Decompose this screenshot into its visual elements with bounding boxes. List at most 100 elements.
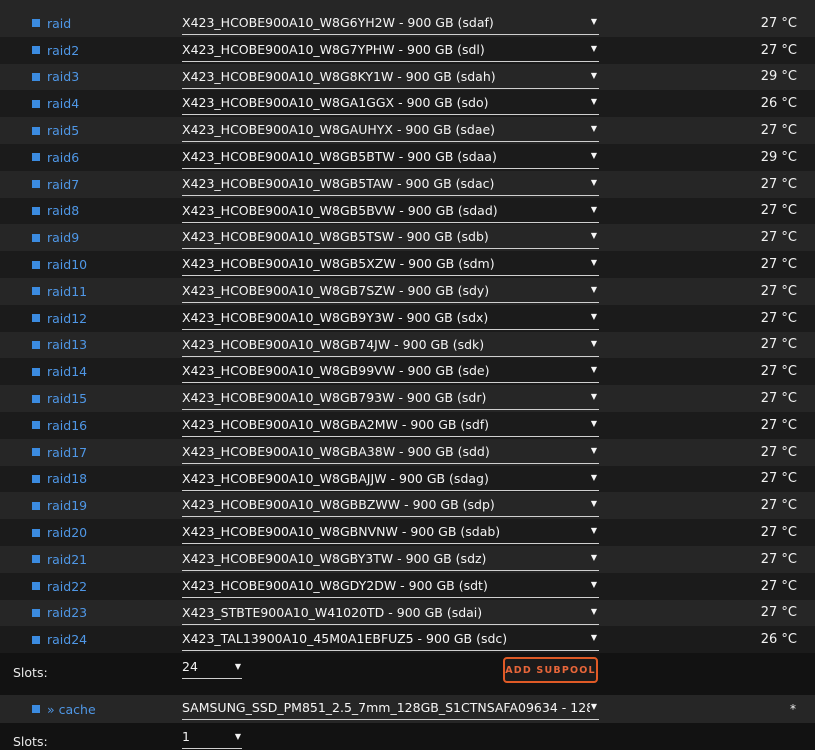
disk-select[interactable]: X423_HCOBE900A10_W8G7YPHW - 900 GB (sdl)…	[182, 38, 599, 62]
device-square-icon	[32, 474, 40, 483]
device-square-icon	[32, 555, 40, 564]
device-name-link[interactable]: raid12	[47, 311, 87, 326]
device-name-link[interactable]: raid	[47, 16, 71, 31]
device-temp: 27 °C	[760, 310, 797, 326]
device-name-link[interactable]: raid20	[47, 525, 87, 540]
device-name-link[interactable]: raid10	[47, 257, 87, 272]
device-temp: 27 °C	[760, 364, 797, 380]
disk-value: X423_STBTE900A10_W41020TD - 900 GB (sdai…	[182, 604, 483, 620]
device-name-link[interactable]: raid2	[47, 43, 79, 58]
disk-select[interactable]: X423_HCOBE900A10_W8GBAJJW - 900 GB (sdag…	[182, 467, 599, 491]
chevron-down-icon: ▼	[590, 43, 597, 53]
device-temp: 27 °C	[760, 176, 797, 192]
disk-select[interactable]: X423_HCOBE900A10_W8GDY2DW - 900 GB (sdt)…	[182, 574, 599, 598]
disk-value: X423_HCOBE900A10_W8GB7SZW - 900 GB (sdy)	[182, 282, 490, 298]
disk-select[interactable]: X423_HCOBE900A10_W8GB99VW - 900 GB (sde)…	[182, 359, 599, 384]
device-square-icon	[32, 126, 40, 135]
disk-select[interactable]: X423_HCOBE900A10_W8GB74JW - 900 GB (sdk)…	[182, 333, 599, 357]
device-name-link[interactable]: raid17	[47, 445, 87, 460]
device-name-link[interactable]: raid13	[47, 337, 87, 352]
device-list: raid X423_HCOBE900A10_W8G6YH2W - 900 GB (…	[0, 10, 815, 654]
device-name-link[interactable]: raid23	[47, 605, 87, 620]
cache-device-link[interactable]: » cache	[47, 702, 96, 717]
disk-select[interactable]: X423_HCOBE900A10_W8GAUHYX - 900 GB (sdae…	[182, 118, 599, 143]
device-name-link[interactable]: raid16	[47, 418, 87, 433]
disk-select[interactable]: X423_HCOBE900A10_W8GBBZWW - 900 GB (sdp)…	[182, 493, 599, 518]
device-temp: 29 °C	[760, 149, 797, 165]
disk-select[interactable]: X423_HCOBE900A10_W8GB7SZW - 900 GB (sdy)…	[182, 279, 599, 303]
device-name-link[interactable]: raid4	[47, 96, 79, 111]
cache-slots-value: 1	[182, 729, 190, 745]
device-name-link[interactable]: raid6	[47, 150, 79, 165]
disk-select[interactable]: X423_HCOBE900A10_W8GBNVNW - 900 GB (sdab…	[182, 520, 599, 545]
device-square-icon	[32, 46, 40, 55]
disk-select[interactable]: X423_TAL13900A10_45M0A1EBFUZ5 - 900 GB (…	[182, 627, 599, 652]
device-temp: 27 °C	[760, 578, 797, 594]
device-square-icon	[32, 180, 40, 189]
disk-select[interactable]: X423_HCOBE900A10_W8GB5TSW - 900 GB (sdb)…	[182, 225, 599, 250]
device-name-link[interactable]: raid21	[47, 552, 87, 567]
chevron-down-icon: ▼	[590, 204, 597, 214]
device-name-link[interactable]: raid24	[47, 632, 87, 647]
device-row: raid2 X423_HCOBE900A10_W8G7YPHW - 900 GB …	[0, 36, 815, 64]
device-square-icon	[32, 72, 40, 81]
device-name-link[interactable]: raid9	[47, 230, 79, 245]
cache-disk-select[interactable]: SAMSUNG_SSD_PM851_2.5_7mm_128GB_S1CTNSAF…	[182, 696, 599, 721]
device-row: raid16 X423_HCOBE900A10_W8GBA2MW - 900 GB…	[0, 411, 815, 439]
cache-slots-select[interactable]: 1 ▼	[182, 725, 242, 750]
device-temp: 27 °C	[760, 391, 797, 407]
disk-select[interactable]: X423_HCOBE900A10_W8GBY3TW - 900 GB (sdz)…	[182, 547, 599, 571]
disk-select[interactable]: X423_HCOBE900A10_W8GB5BTW - 900 GB (sdaa…	[182, 145, 599, 169]
disk-select[interactable]: X423_HCOBE900A10_W8GB5XZW - 900 GB (sdm)…	[182, 252, 599, 277]
slots-select[interactable]: 24 ▼	[182, 655, 242, 680]
device-row: raid X423_HCOBE900A10_W8G6YH2W - 900 GB (…	[0, 10, 815, 37]
device-temp: 29 °C	[760, 69, 797, 85]
device-square-icon	[32, 367, 40, 376]
device-name-link[interactable]: raid7	[47, 177, 79, 192]
disk-select[interactable]: X423_HCOBE900A10_W8GBA38W - 900 GB (sdd)…	[182, 440, 599, 464]
device-name-link[interactable]: raid3	[47, 69, 79, 84]
device-row: raid9 X423_HCOBE900A10_W8GB5TSW - 900 GB …	[0, 224, 815, 252]
disk-select[interactable]: X423_HCOBE900A10_W8GB9Y3W - 900 GB (sdx)…	[182, 306, 599, 330]
chevron-down-icon: ▼	[590, 418, 597, 428]
disk-select[interactable]: X423_HCOBE900A10_W8G8KY1W - 900 GB (sdah…	[182, 65, 599, 89]
disk-value: X423_HCOBE900A10_W8GB5XZW - 900 GB (sdm)	[182, 256, 495, 272]
disk-value: X423_HCOBE900A10_W8G6YH2W - 900 GB (sdaf…	[182, 15, 494, 30]
device-name-link[interactable]: raid22	[47, 579, 87, 594]
device-temp: 27 °C	[760, 525, 797, 541]
chevron-down-icon: ▼	[590, 606, 597, 616]
add-subpool-button[interactable]: ADD SUBPOOL	[503, 657, 598, 684]
device-row: raid4 X423_HCOBE900A10_W8GA1GGX - 900 GB …	[0, 90, 815, 118]
disk-value: X423_HCOBE900A10_W8GB5TSW - 900 GB (sdb)	[182, 229, 489, 245]
disk-select[interactable]: X423_STBTE900A10_W41020TD - 900 GB (sdai…	[182, 601, 599, 625]
disk-select[interactable]: X423_HCOBE900A10_W8G6YH2W - 900 GB (sdaf…	[182, 11, 599, 35]
device-square-icon	[32, 287, 40, 296]
device-square-icon	[32, 421, 40, 430]
chevron-down-icon: ▼	[590, 633, 597, 643]
device-name-link[interactable]: raid8	[47, 203, 79, 218]
device-row: raid8 X423_HCOBE900A10_W8GB5BVW - 900 GB …	[0, 197, 815, 225]
disk-value: X423_HCOBE900A10_W8GBY3TW - 900 GB (sdz)	[182, 550, 487, 566]
disk-select[interactable]: X423_HCOBE900A10_W8GA1GGX - 900 GB (sdo)…	[182, 91, 599, 116]
device-temp: 26 °C	[760, 96, 797, 112]
device-name-link[interactable]: raid5	[47, 123, 79, 138]
disk-value: X423_HCOBE900A10_W8GB74JW - 900 GB (sdk)	[182, 336, 485, 352]
disk-select[interactable]: X423_HCOBE900A10_W8GB5BVW - 900 GB (sdad…	[182, 199, 599, 223]
disk-select[interactable]: X423_HCOBE900A10_W8GBA2MW - 900 GB (sdf)…	[182, 413, 599, 437]
device-name-link[interactable]: raid14	[47, 364, 87, 379]
cache-disk-value: SAMSUNG_SSD_PM851_2.5_7mm_128GB_S1CTNSAF…	[182, 700, 590, 716]
disk-value: X423_HCOBE900A10_W8GBA38W - 900 GB (sdd)	[182, 443, 490, 459]
device-name-link[interactable]: raid19	[47, 498, 87, 513]
slots-label: Slots:	[13, 664, 48, 680]
device-name-link[interactable]: raid15	[47, 391, 87, 406]
chevron-down-icon: ▼	[590, 499, 597, 509]
disk-select[interactable]: X423_HCOBE900A10_W8GB793W - 900 GB (sdr)…	[182, 386, 599, 411]
device-name-link[interactable]: raid18	[47, 471, 87, 486]
device-name-link[interactable]: raid11	[47, 284, 87, 299]
device-row: raid17 X423_HCOBE900A10_W8GBA38W - 900 GB…	[0, 438, 815, 466]
device-square-icon	[32, 233, 40, 242]
chevron-down-icon: ▼	[234, 732, 241, 742]
top-bar	[0, 0, 815, 10]
chevron-down-icon: ▼	[234, 662, 241, 672]
disk-select[interactable]: X423_HCOBE900A10_W8GB5TAW - 900 GB (sdac…	[182, 172, 599, 196]
